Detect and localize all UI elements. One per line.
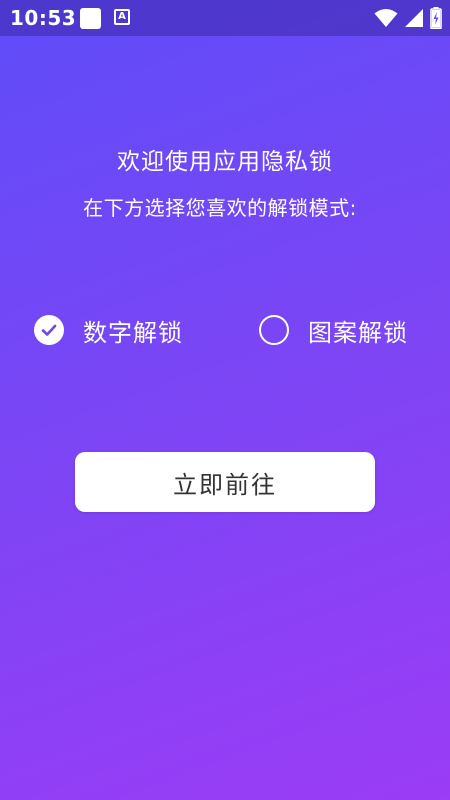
status-icons bbox=[374, 6, 442, 30]
wifi-icon bbox=[374, 8, 398, 28]
option-digit-unlock[interactable]: 数字解锁 bbox=[34, 312, 183, 348]
status-bar: 10:53 A bbox=[0, 0, 450, 36]
signal-icon bbox=[404, 8, 424, 28]
accessibility-a-icon: A bbox=[114, 9, 130, 25]
go-now-button[interactable]: 立即前往 bbox=[75, 452, 375, 512]
radio-checked-icon[interactable] bbox=[34, 315, 64, 345]
option-digit-label: 数字解锁 bbox=[83, 318, 183, 347]
battery-charging-icon bbox=[430, 7, 442, 29]
radio-unchecked-icon[interactable] bbox=[259, 315, 289, 345]
option-pattern-label: 图案解锁 bbox=[308, 318, 408, 347]
notification-square-icon bbox=[80, 8, 101, 29]
page-title: 欢迎使用应用隐私锁 bbox=[117, 149, 333, 175]
app-screen: 10:53 A 欢迎使用应用隐私锁 在下方选择您喜欢的解锁模式: 数字解锁 图案… bbox=[0, 0, 450, 800]
option-pattern-unlock[interactable]: 图案解锁 bbox=[259, 312, 408, 348]
status-time: 10:53 bbox=[10, 6, 77, 30]
page-subtitle: 在下方选择您喜欢的解锁模式: bbox=[83, 196, 357, 220]
